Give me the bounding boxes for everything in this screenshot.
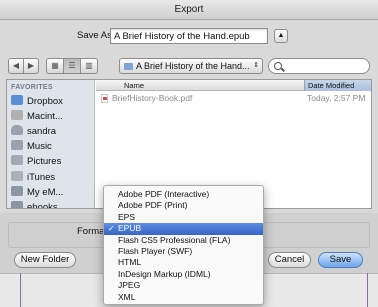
pdf-file-icon (101, 94, 108, 103)
menu-item-label: EPUB (118, 223, 142, 234)
sidebar-header: FAVORITES (11, 84, 53, 91)
arrow-right-icon: ▶ (27, 61, 35, 70)
chevron-up-icon: ▲ (277, 32, 285, 39)
folder-icon (11, 186, 23, 196)
file-date: Today, 2:57 PM (307, 93, 366, 103)
save-as-row: Save As: A Brief History of the Hand.epu… (0, 24, 378, 48)
dropbox-icon (11, 95, 23, 105)
save-as-input[interactable]: A Brief History of the Hand.epub (110, 28, 268, 44)
sidebar-item-sandra[interactable]: sandra (11, 124, 93, 140)
sidebar-item-macintosh[interactable]: Macint... (11, 109, 93, 125)
new-folder-button[interactable]: New Folder (14, 252, 76, 268)
pictures-icon (11, 155, 23, 165)
menu-item-flash-cs5[interactable]: Flash CS5 Professional (FLA) (104, 235, 263, 246)
toolbar: ◀ ▶ ▦ ☰ ▥ A Brief History of the Hand...… (0, 55, 378, 77)
page-guide-line (20, 273, 21, 307)
cancel-button[interactable]: Cancel (268, 252, 311, 268)
menu-item-xml[interactable]: XML (104, 292, 263, 303)
location-popup[interactable]: A Brief History of the Hand... ⇕ (119, 58, 263, 74)
back-button[interactable]: ◀ (8, 58, 24, 74)
grid-icon: ▦ (51, 61, 59, 70)
sidebar-item-ebooks[interactable]: ebooks (11, 200, 93, 209)
column-header-row: Name Date Modified (96, 80, 371, 91)
icon-view-button[interactable]: ▦ (46, 58, 64, 74)
column-header-name[interactable]: Name (124, 80, 144, 91)
sidebar-item-my-em[interactable]: My eM... (11, 185, 93, 201)
file-name: BriefHistory-Book.pdf (112, 93, 193, 103)
forward-button[interactable]: ▶ (23, 58, 39, 74)
list-icon: ☰ (68, 61, 76, 70)
menu-item-epub[interactable]: ✓ EPUB (104, 223, 263, 235)
expand-dialog-button[interactable]: ▲ (274, 29, 288, 43)
sidebar-item-label: Dropbox (27, 96, 63, 107)
file-row[interactable]: BriefHistory-Book.pdf Today, 2:57 PM (96, 92, 371, 105)
sidebar-item-label: Macint... (27, 111, 63, 122)
search-icon (274, 62, 282, 70)
sidebar-item-label: Pictures (27, 156, 62, 167)
music-icon (11, 140, 23, 150)
sidebar-item-label: iTunes (27, 172, 56, 183)
menu-item-adobe-pdf-interactive[interactable]: Adobe PDF (Interactive) (104, 189, 263, 200)
sidebar: FAVORITES Dropbox Macint... sandra Music… (7, 80, 95, 209)
sidebar-item-label: sandra (27, 126, 57, 137)
menu-item-indesign-markup[interactable]: InDesign Markup (IDML) (104, 269, 263, 280)
checkmark-icon: ✓ (108, 224, 115, 234)
save-button[interactable]: Save (318, 252, 363, 268)
column-view-button[interactable]: ▥ (80, 58, 98, 74)
menu-item-flash-player[interactable]: Flash Player (SWF) (104, 246, 263, 257)
menu-item-html[interactable]: HTML (104, 257, 263, 268)
sidebar-item-label: My eM... (27, 187, 64, 198)
hard-drive-icon (11, 110, 23, 120)
menu-item-eps[interactable]: EPS (104, 212, 263, 223)
sidebar-item-pictures[interactable]: Pictures (11, 154, 93, 170)
menu-item-jpeg[interactable]: JPEG (104, 280, 263, 291)
sidebar-item-music[interactable]: Music (11, 139, 93, 155)
search-field[interactable] (268, 58, 370, 74)
itunes-icon (11, 171, 23, 181)
sidebar-item-dropbox[interactable]: Dropbox (11, 94, 93, 110)
sidebar-item-label: Music (27, 141, 52, 152)
sidebar-item-itunes[interactable]: iTunes (11, 170, 93, 186)
list-view-button[interactable]: ☰ (63, 58, 81, 74)
save-as-label: Save As: (77, 30, 115, 41)
format-menu: Adobe PDF (Interactive) Adobe PDF (Print… (103, 185, 264, 305)
folder-icon (124, 63, 133, 70)
menu-item-adobe-pdf-print[interactable]: Adobe PDF (Print) (104, 200, 263, 211)
arrow-left-icon: ◀ (12, 61, 20, 70)
page-guide-line (367, 273, 368, 307)
home-icon (11, 125, 23, 135)
sidebar-item-label: ebooks (27, 202, 58, 209)
folder-icon (11, 201, 23, 208)
popup-arrows-icon: ⇕ (253, 62, 259, 69)
column-header-date-modified[interactable]: Date Modified (304, 80, 371, 91)
window-title: Export (0, 0, 378, 20)
columns-icon: ▥ (85, 61, 93, 70)
location-label: A Brief History of the Hand... (136, 61, 250, 71)
